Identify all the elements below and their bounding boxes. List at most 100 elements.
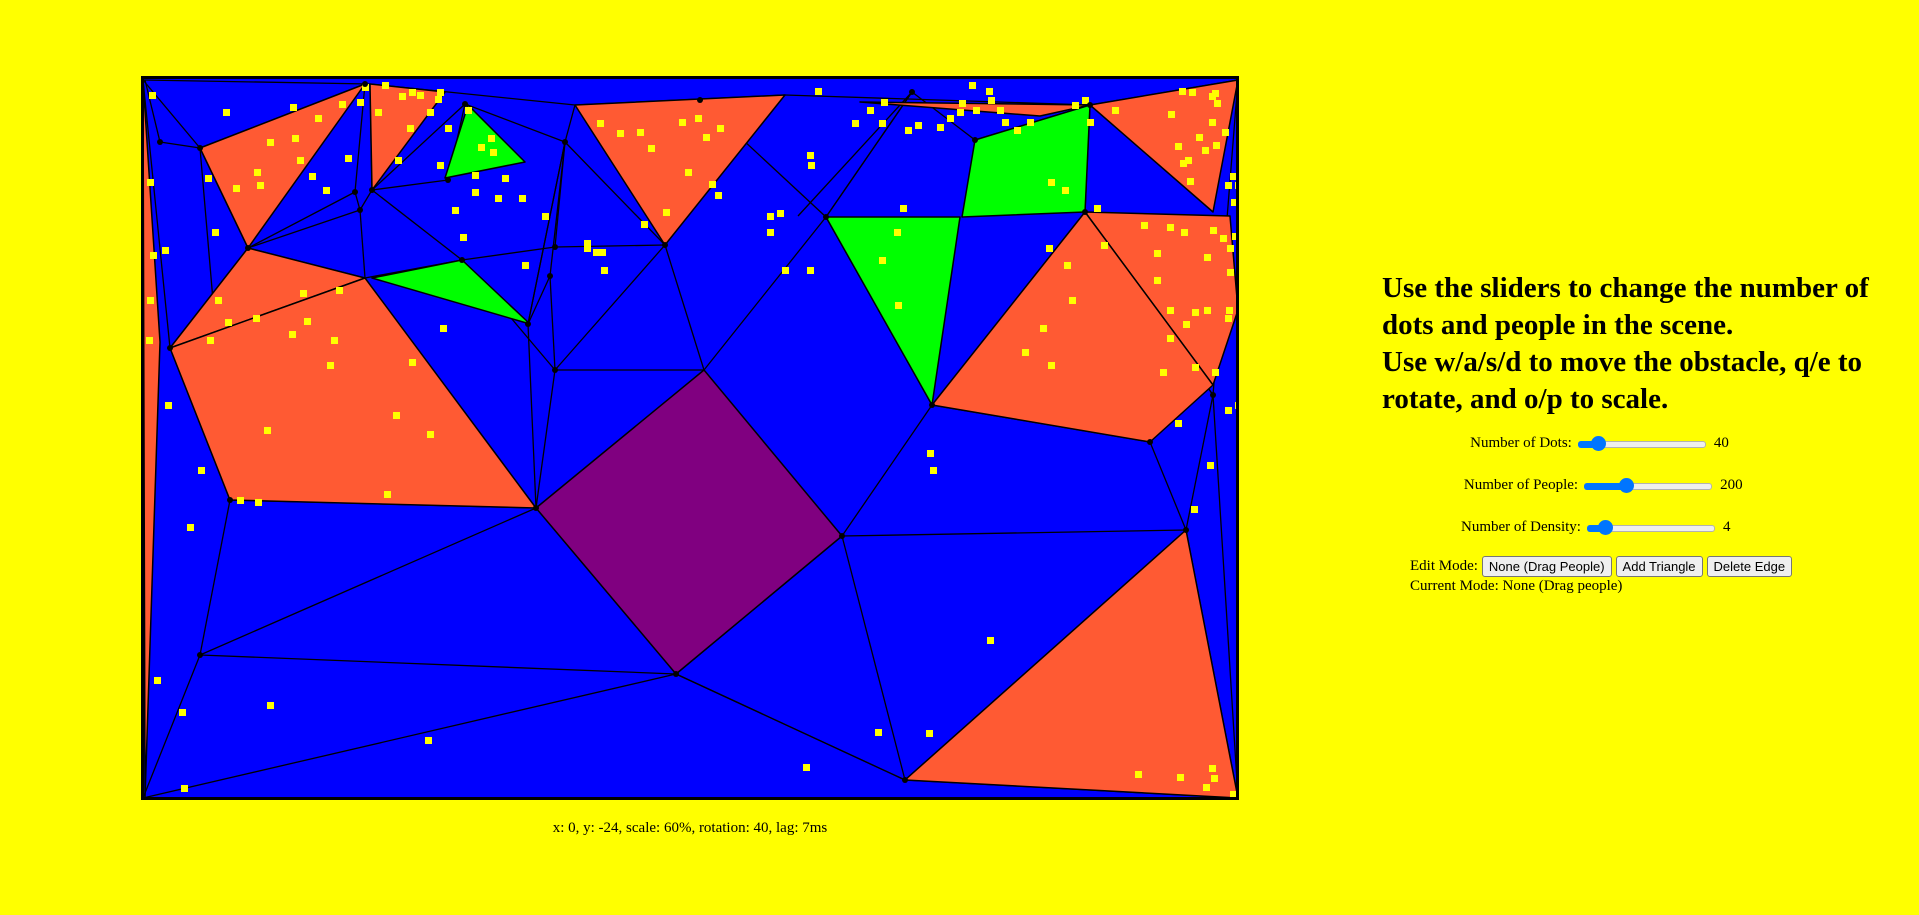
person-dot[interactable] bbox=[1167, 335, 1174, 342]
person-dot[interactable] bbox=[1112, 107, 1119, 114]
person-dot[interactable] bbox=[1230, 173, 1237, 180]
person-dot[interactable] bbox=[926, 730, 933, 737]
person-dot[interactable] bbox=[584, 245, 591, 252]
person-dot[interactable] bbox=[393, 412, 400, 419]
person-dot[interactable] bbox=[1072, 102, 1079, 109]
person-dot[interactable] bbox=[1204, 254, 1211, 261]
none-drag-people-button[interactable]: None (Drag People) bbox=[1481, 556, 1612, 577]
person-dot[interactable] bbox=[1180, 160, 1187, 167]
person-dot[interactable] bbox=[703, 134, 710, 141]
person-dot[interactable] bbox=[1094, 205, 1101, 212]
person-dot[interactable] bbox=[1048, 362, 1055, 369]
person-dot[interactable] bbox=[233, 185, 240, 192]
person-dot[interactable] bbox=[767, 229, 774, 236]
person-dot[interactable] bbox=[1214, 100, 1221, 107]
person-dot[interactable] bbox=[905, 127, 912, 134]
person-dot[interactable] bbox=[1210, 227, 1217, 234]
person-dot[interactable] bbox=[1022, 349, 1029, 356]
person-dot[interactable] bbox=[437, 89, 444, 96]
person-dot[interactable] bbox=[1160, 369, 1167, 376]
person-dot[interactable] bbox=[382, 82, 389, 89]
person-dot[interactable] bbox=[930, 467, 937, 474]
scene-svg[interactable] bbox=[141, 76, 1239, 800]
person-dot[interactable] bbox=[617, 130, 624, 137]
dots-slider[interactable] bbox=[1577, 435, 1706, 451]
person-dot[interactable] bbox=[437, 162, 444, 169]
slider-thumb[interactable] bbox=[1619, 478, 1635, 493]
person-dot[interactable] bbox=[237, 497, 244, 504]
person-dot[interactable] bbox=[162, 247, 169, 254]
person-dot[interactable] bbox=[947, 115, 954, 122]
person-dot[interactable] bbox=[440, 325, 447, 332]
person-dot[interactable] bbox=[937, 124, 944, 131]
person-dot[interactable] bbox=[1225, 407, 1232, 414]
person-dot[interactable] bbox=[1189, 89, 1196, 96]
person-dot[interactable] bbox=[147, 297, 154, 304]
person-dot[interactable] bbox=[641, 221, 648, 228]
person-dot[interactable] bbox=[957, 109, 964, 116]
person-dot[interactable] bbox=[331, 337, 338, 344]
person-dot[interactable] bbox=[637, 129, 644, 136]
person-dot[interactable] bbox=[1191, 506, 1198, 513]
person-dot[interactable] bbox=[695, 115, 702, 122]
person-dot[interactable] bbox=[807, 267, 814, 274]
delete-edge-button[interactable]: Delete Edge bbox=[1706, 556, 1793, 577]
person-dot[interactable] bbox=[435, 96, 442, 103]
person-dot[interactable] bbox=[927, 450, 934, 457]
person-dot[interactable] bbox=[465, 107, 472, 114]
person-dot[interactable] bbox=[1002, 119, 1009, 126]
person-dot[interactable] bbox=[1046, 245, 1053, 252]
person-dot[interactable] bbox=[1230, 791, 1237, 798]
person-dot[interactable] bbox=[1181, 229, 1188, 236]
person-dot[interactable] bbox=[154, 677, 161, 684]
person-dot[interactable] bbox=[542, 213, 549, 220]
person-dot[interactable] bbox=[147, 179, 154, 186]
person-dot[interactable] bbox=[1177, 774, 1184, 781]
person-dot[interactable] bbox=[1040, 325, 1047, 332]
slider-thumb[interactable] bbox=[1597, 520, 1613, 535]
slider-thumb[interactable] bbox=[1591, 436, 1607, 451]
person-dot[interactable] bbox=[1209, 119, 1216, 126]
person-dot[interactable] bbox=[881, 99, 888, 106]
person-dot[interactable] bbox=[997, 107, 1004, 114]
person-dot[interactable] bbox=[427, 431, 434, 438]
person-dot[interactable] bbox=[1212, 369, 1219, 376]
person-dot[interactable] bbox=[289, 331, 296, 338]
person-dot[interactable] bbox=[150, 252, 157, 259]
person-dot[interactable] bbox=[323, 187, 330, 194]
person-dot[interactable] bbox=[1141, 222, 1148, 229]
density-slider[interactable] bbox=[1586, 519, 1715, 535]
person-dot[interactable] bbox=[1064, 262, 1071, 269]
person-dot[interactable] bbox=[267, 139, 274, 146]
person-dot[interactable] bbox=[1014, 127, 1021, 134]
person-dot[interactable] bbox=[663, 209, 670, 216]
person-dot[interactable] bbox=[339, 101, 346, 108]
person-dot[interactable] bbox=[900, 205, 907, 212]
person-dot[interactable] bbox=[1209, 765, 1216, 772]
person-dot[interactable] bbox=[264, 427, 271, 434]
person-dot[interactable] bbox=[445, 125, 452, 132]
person-dot[interactable] bbox=[1069, 297, 1076, 304]
person-dot[interactable] bbox=[407, 125, 414, 132]
person-dot[interactable] bbox=[1192, 309, 1199, 316]
person-dot[interactable] bbox=[1212, 90, 1219, 97]
person-dot[interactable] bbox=[427, 109, 434, 116]
people-slider[interactable] bbox=[1584, 477, 1713, 493]
person-dot[interactable] bbox=[1154, 250, 1161, 257]
person-dot[interactable] bbox=[490, 149, 497, 156]
person-dot[interactable] bbox=[223, 109, 230, 116]
person-dot[interactable] bbox=[1183, 321, 1190, 328]
person-dot[interactable] bbox=[1187, 178, 1194, 185]
person-dot[interactable] bbox=[198, 467, 205, 474]
person-dot[interactable] bbox=[894, 229, 901, 236]
person-dot[interactable] bbox=[601, 267, 608, 274]
person-dot[interactable] bbox=[212, 229, 219, 236]
person-dot[interactable] bbox=[879, 120, 886, 127]
person-dot[interactable] bbox=[1226, 307, 1233, 314]
person-dot[interactable] bbox=[255, 499, 262, 506]
person-dot[interactable] bbox=[417, 92, 424, 99]
person-dot[interactable] bbox=[1222, 129, 1229, 136]
person-dot[interactable] bbox=[1225, 182, 1232, 189]
person-dot[interactable] bbox=[1154, 277, 1161, 284]
person-dot[interactable] bbox=[488, 135, 495, 142]
